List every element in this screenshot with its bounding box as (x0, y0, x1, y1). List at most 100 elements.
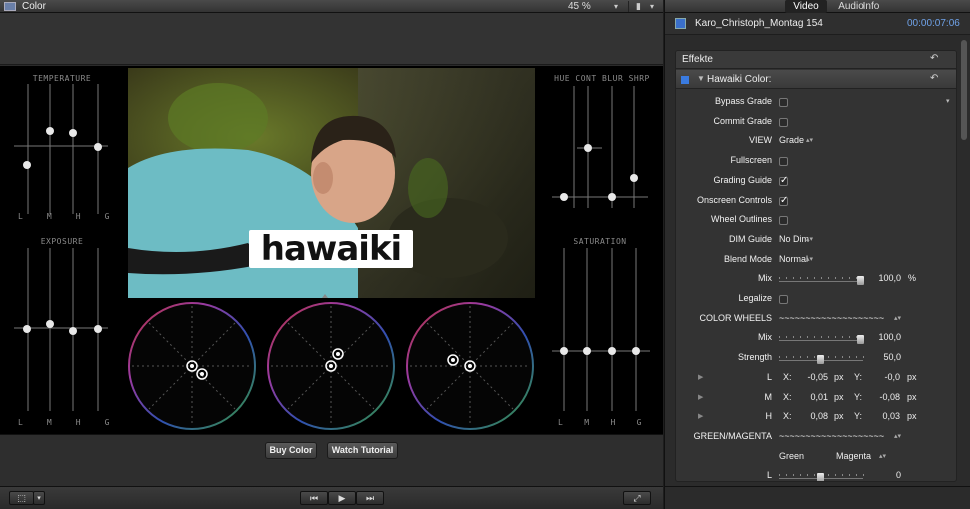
parameter-checkbox[interactable] (779, 295, 788, 304)
parameter-label: COLOR WHEELS (699, 312, 772, 323)
y-value[interactable]: 0,03 (866, 411, 900, 421)
temperature-sliders[interactable] (10, 84, 110, 224)
parameter-popup[interactable]: ~~~~~~~~~~~~~~~~~~~~ (779, 431, 884, 441)
tab-info[interactable]: Info (847, 0, 895, 13)
parameter-slider[interactable] (779, 335, 864, 345)
wheel-low[interactable] (128, 302, 256, 430)
label-g: G (104, 418, 110, 427)
parameter-popup[interactable]: No Dim (779, 234, 809, 244)
parameter-row: Bypass Grade (676, 94, 956, 110)
viewer-title: Color (22, 1, 46, 12)
parameter-value[interactable]: 50,0 (871, 352, 901, 362)
parameter-slider[interactable] (779, 355, 864, 365)
view-options-dropdown-icon[interactable]: ▾ (33, 491, 45, 505)
play-icon[interactable]: ▶ (328, 491, 356, 505)
x-unit: px (834, 391, 844, 402)
label-h: H (75, 418, 82, 427)
slider-knob[interactable] (816, 355, 824, 365)
parameter-checkbox[interactable] (779, 98, 788, 107)
parameter-popup[interactable]: ~~~~~~~~~~~~~~~~~~~~ (779, 313, 884, 323)
parameter-label: Commit Grade (713, 115, 772, 126)
reset-effect-icon[interactable]: ↶ (930, 73, 938, 84)
wheel-mid[interactable] (267, 302, 395, 430)
effect-enable-checkbox[interactable] (681, 76, 689, 84)
popup-arrows-icon[interactable]: ▴▾ (894, 432, 901, 440)
y-label: Y: (854, 371, 863, 382)
clip-name: Karo_Christoph_Montag 154 (695, 18, 823, 29)
y-value[interactable]: -0,0 (866, 372, 900, 382)
slider-knob[interactable] (816, 473, 824, 481)
parameter-value[interactable]: 100,0 (871, 273, 901, 283)
hue-cont-blur-sharp-sliders[interactable] (552, 84, 648, 214)
parameter-row: Legalize (676, 291, 956, 307)
parameter-popup[interactable]: Normal (779, 254, 808, 264)
popup-arrows-icon[interactable]: ▴▾ (894, 314, 901, 322)
saturation-labels: L M H G (558, 418, 642, 427)
popup-arrows-icon[interactable]: ▴▾ (806, 255, 813, 263)
label-h: H (75, 212, 82, 221)
tab-video[interactable]: Video (785, 0, 827, 13)
view-switch-icon[interactable]: ▮ (636, 0, 641, 13)
exposure-sliders[interactable] (10, 248, 110, 413)
x-value[interactable]: -0,05 (794, 372, 828, 382)
y-unit: px (907, 391, 917, 402)
effects-title: Effekte (682, 54, 713, 65)
parameter-row: COLOR WHEELS ~~~~~~~~~~~~~~~~~~~~ ▴▾ (676, 311, 956, 327)
slider-knob[interactable] (857, 335, 864, 345)
view-options-icon[interactable]: ⬚ (9, 491, 34, 505)
color-wheels[interactable] (125, 298, 537, 434)
effects-list: Effekte ↶ ▼ Hawaiki Color: ↶ ▾ Bypass Gr… (675, 50, 957, 482)
parameter-label: Bypass Grade (714, 96, 772, 106)
zoom-level[interactable]: 45 % (568, 0, 591, 13)
parameter-value[interactable]: 0 (871, 470, 901, 480)
parameter-checkbox[interactable]: ✓ (779, 195, 788, 206)
previous-frame-icon[interactable]: ⏮ (300, 491, 328, 505)
next-frame-icon[interactable]: ⏭ (356, 491, 384, 505)
parameter-value[interactable]: 100,0 (871, 332, 901, 342)
parameter-checkbox[interactable] (779, 157, 788, 167)
saturation-sliders[interactable] (552, 248, 652, 413)
inspector-panel: Video Audio Info Karo_Christoph_Montag 1… (664, 0, 970, 509)
view-dropdown-icon[interactable]: ▾ (650, 0, 654, 13)
clip-icon (675, 18, 686, 29)
parameter-row: ▶ M X: 0,01 px Y: -0,08 px (676, 390, 956, 406)
inspector-scrollbar[interactable] (961, 40, 967, 140)
popup-arrows-icon[interactable]: ▴▾ (879, 452, 886, 460)
parameter-row: Mix 100,0 (676, 330, 956, 346)
parameter-checkbox[interactable]: ✓ (779, 175, 788, 186)
parameter-row: DIM Guide No Dim ▴▾ (676, 232, 956, 248)
parameter-row: ▶ L X: -0,05 px Y: -0,0 px (676, 370, 956, 386)
x-unit: px (834, 371, 844, 382)
slider-knob[interactable] (857, 276, 864, 286)
parameter-slider[interactable] (779, 276, 864, 286)
watch-tutorial-button[interactable]: Watch Tutorial (327, 442, 398, 459)
viewer-bottom-bar: Buy Color Watch Tutorial (0, 434, 663, 486)
popup-arrows-icon[interactable]: ▴▾ (806, 136, 813, 144)
parameter-label: VIEW (748, 135, 772, 146)
label-m: M (46, 212, 53, 221)
buy-color-button[interactable]: Buy Color (265, 442, 317, 459)
parameter-checkbox[interactable] (779, 117, 788, 127)
parameter-label: Strength (737, 352, 772, 363)
effects-header: Effekte ↶ (676, 51, 956, 69)
x-value[interactable]: 0,08 (794, 411, 828, 421)
x-value[interactable]: 0,01 (794, 392, 828, 402)
inspector-footer (665, 486, 970, 509)
wheel-high[interactable] (406, 302, 534, 430)
label-g: G (636, 418, 642, 427)
divider (628, 1, 629, 12)
effect-header-row: ▼ Hawaiki Color: ↶ (676, 70, 956, 89)
reset-effects-icon[interactable]: ↶ (930, 53, 938, 64)
parameter-label: Onscreen Controls (696, 194, 772, 205)
label-l: L (558, 418, 564, 427)
parameter-popup[interactable]: Grade (779, 135, 804, 145)
disclosure-triangle-icon[interactable]: ▼ (697, 74, 705, 83)
zoom-dropdown-icon[interactable]: ▾ (614, 0, 618, 13)
parameter-slider[interactable] (779, 473, 864, 481)
parameter-checkbox[interactable] (779, 216, 788, 226)
popup-arrows-icon[interactable]: ▴▾ (806, 235, 813, 243)
clip-timecode: 00:00:07:06 (907, 18, 960, 29)
fullscreen-icon[interactable]: ⤢ (623, 491, 651, 505)
y-value[interactable]: -0,08 (866, 392, 900, 402)
center-marker-icon (322, 294, 328, 298)
